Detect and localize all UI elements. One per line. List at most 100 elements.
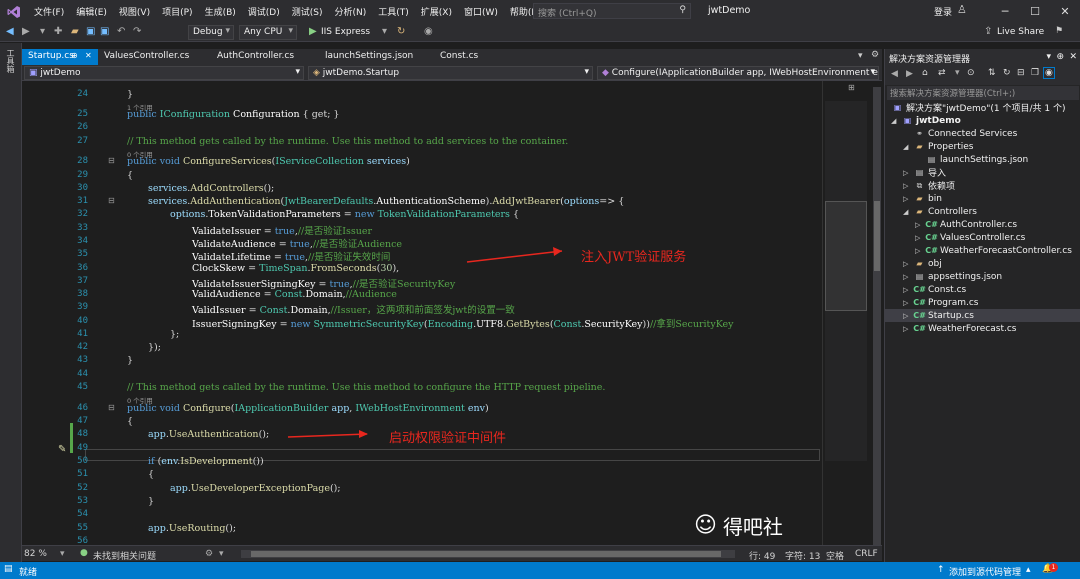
menu-window[interactable]: 窗口(W) [458, 5, 504, 18]
menu-tools[interactable]: 工具(T) [372, 5, 415, 18]
minimize-icon[interactable]: ─ [990, 0, 1020, 23]
tree-item[interactable]: ▷ C# ValuesController.cs [885, 231, 1080, 244]
visual-studio-logo-icon[interactable] [0, 0, 28, 23]
expand-icon[interactable]: ▷ [903, 169, 913, 177]
add-source-control[interactable]: 添加到源代码管理 [949, 565, 1021, 578]
tree-item[interactable]: ▷ ▤ appsettings.json [885, 270, 1080, 283]
expand-icon[interactable]: ▷ [915, 221, 925, 229]
show-all-files-icon[interactable]: ❐ [1031, 68, 1039, 78]
menu-extensions[interactable]: 扩展(X) [415, 5, 458, 18]
forward-icon[interactable]: ▶ [22, 26, 30, 37]
undo-icon[interactable]: ↶ [117, 26, 125, 37]
solution-search-input[interactable]: 搜索解决方案资源管理器(Ctrl+;) [887, 86, 1079, 100]
sync-icon[interactable]: ⇅ [988, 68, 996, 78]
expand-icon[interactable]: ◢ [891, 117, 901, 125]
tree-item[interactable]: ▷ C# WeatherForecastController.cs [885, 244, 1080, 257]
scrollbar-track[interactable] [873, 87, 881, 545]
browser-link-icon[interactable]: ◉ [424, 26, 433, 37]
close-icon[interactable]: ✕ [1050, 0, 1080, 23]
home-icon[interactable]: ⌂ [922, 68, 928, 78]
cleanup-dropdown-icon[interactable]: ▾ [219, 549, 224, 559]
expand-icon[interactable]: ▷ [903, 182, 913, 190]
run-dropdown-icon[interactable]: ▾ [382, 26, 387, 37]
class-select[interactable]: ◈ jwtDemo.Startup ▾ [308, 66, 593, 80]
preview-icon[interactable]: ◉ [1043, 67, 1055, 79]
expand-icon[interactable]: ▷ [903, 195, 913, 203]
chevron-down-icon[interactable]: ▾ [1046, 52, 1051, 62]
tree-item[interactable]: ▷ C# Program.cs [885, 296, 1080, 309]
tab-const[interactable]: Const.cs [434, 49, 484, 65]
expand-icon[interactable]: ▷ [903, 312, 913, 320]
close-icon[interactable]: ✕ [85, 51, 92, 60]
menu-edit[interactable]: 编辑(E) [70, 5, 113, 18]
refresh-icon[interactable]: ↻ [1003, 68, 1011, 78]
tree-item[interactable]: ◢ ▰ Controllers [885, 205, 1080, 218]
code-cleanup-icon[interactable]: ⚙ [205, 549, 213, 559]
tree-item[interactable]: ▷ ▰ obj [885, 257, 1080, 270]
dropdown-icon[interactable]: ▾ [40, 26, 45, 37]
configuration-select[interactable]: Debug ▾ [188, 25, 234, 40]
minimap-viewport[interactable] [825, 201, 867, 311]
close-icon[interactable]: ✕ [1069, 52, 1077, 62]
collapse-all-icon[interactable]: ⊟ [1017, 68, 1025, 78]
menu-project[interactable]: 项目(P) [156, 5, 198, 18]
live-share-button[interactable]: Live Share [997, 27, 1044, 37]
split-icon[interactable]: ⊞ [848, 83, 855, 92]
project-select[interactable]: ▣ jwtDemo ▾ [24, 66, 304, 80]
forward-icon[interactable]: ▶ [906, 69, 913, 79]
expand-icon[interactable]: ▷ [915, 247, 925, 255]
maximize-icon[interactable]: ☐ [1020, 0, 1050, 23]
horizontal-scrollbar[interactable] [241, 550, 735, 558]
member-select[interactable]: ◆ Configure(IApplicationBuilder app, IWe… [597, 66, 879, 80]
refresh-icon[interactable]: ↻ [397, 26, 405, 37]
open-folder-icon[interactable]: ▰ [71, 26, 79, 37]
pending-changes-icon[interactable]: ⊙ [967, 68, 975, 78]
expand-icon[interactable]: ▷ [903, 299, 913, 307]
expand-icon[interactable]: ▷ [903, 325, 913, 333]
code-editor[interactable]: ✎ 24 25 26 27 28 29 30 31 32 33 34 35 36 37 38 39 40 41 42… [22, 81, 822, 545]
run-target-button[interactable]: IIS Express [321, 27, 370, 37]
menu-view[interactable]: 视图(V) [113, 5, 156, 18]
tab-startup[interactable]: Startup.cs ⊕ ✕ [22, 49, 98, 65]
tree-item[interactable]: ▷ C# AuthController.cs [885, 218, 1080, 231]
tab-overflow-icon[interactable]: ▾ [858, 51, 863, 61]
project-node[interactable]: ◢ ▣ jwtDemo [891, 114, 961, 127]
login-link[interactable]: 登录 [934, 5, 952, 18]
horizontal-scrollbar-thumb[interactable] [251, 551, 721, 557]
expand-icon[interactable]: ▷ [915, 234, 925, 242]
menu-debug[interactable]: 调试(D) [242, 5, 286, 18]
back-icon[interactable]: ◀ [891, 69, 898, 79]
tab-values-controller[interactable]: ValuesController.cs [98, 49, 195, 65]
tree-item[interactable]: ▷ C# Startup.cs [885, 309, 1080, 322]
back-icon[interactable]: ◀ [6, 26, 14, 37]
dropdown-icon[interactable]: ▾ [955, 68, 960, 78]
run-icon[interactable]: ▶ [309, 26, 317, 37]
tree-item[interactable]: ◢ ▰ Properties [885, 140, 1080, 153]
expand-icon[interactable]: ▷ [903, 260, 913, 268]
tree-item[interactable]: ▤ launchSettings.json [885, 153, 1080, 166]
eol-indicator[interactable]: CRLF [855, 549, 878, 559]
save-all-icon[interactable]: ▣ [100, 26, 109, 37]
tab-launch-settings[interactable]: launchSettings.json [319, 49, 419, 65]
expand-icon[interactable]: ▷ [903, 286, 913, 294]
scrollbar-thumb[interactable] [874, 201, 880, 271]
pin-icon[interactable]: ⊕ [71, 51, 78, 60]
solution-node[interactable]: ▣ 解决方案"jwtDemo"(1 个项目/共 1 个) [891, 101, 1066, 114]
view-switch-icon[interactable]: ⇄ [938, 68, 946, 78]
feedback-icon[interactable]: ⚑ [1055, 26, 1063, 36]
settings-icon[interactable]: ⚙ [871, 50, 879, 60]
tab-auth-controller[interactable]: AuthController.cs [211, 49, 300, 65]
save-icon[interactable]: ▣ [86, 26, 95, 37]
tree-item[interactable]: ▷ C# Const.cs [885, 283, 1080, 296]
account-icon[interactable]: ♙ [957, 3, 967, 16]
zoom-level[interactable]: 82 % [24, 549, 47, 559]
tree-item[interactable]: ▷ ▤ 导入 [885, 166, 1080, 179]
expand-icon[interactable]: ▷ [903, 273, 913, 281]
scrollbar-minimap[interactable]: ⊞ [822, 81, 882, 545]
chevron-up-icon[interactable]: ▴ [1026, 565, 1031, 575]
menu-build[interactable]: 生成(B) [199, 5, 242, 18]
toolbox-tab[interactable]: 工具箱 [5, 49, 16, 73]
redo-icon[interactable]: ↷ [133, 26, 141, 37]
tree-item[interactable]: ▷ ⧉ 依赖项 [885, 179, 1080, 193]
menu-test[interactable]: 测试(S) [286, 5, 329, 18]
